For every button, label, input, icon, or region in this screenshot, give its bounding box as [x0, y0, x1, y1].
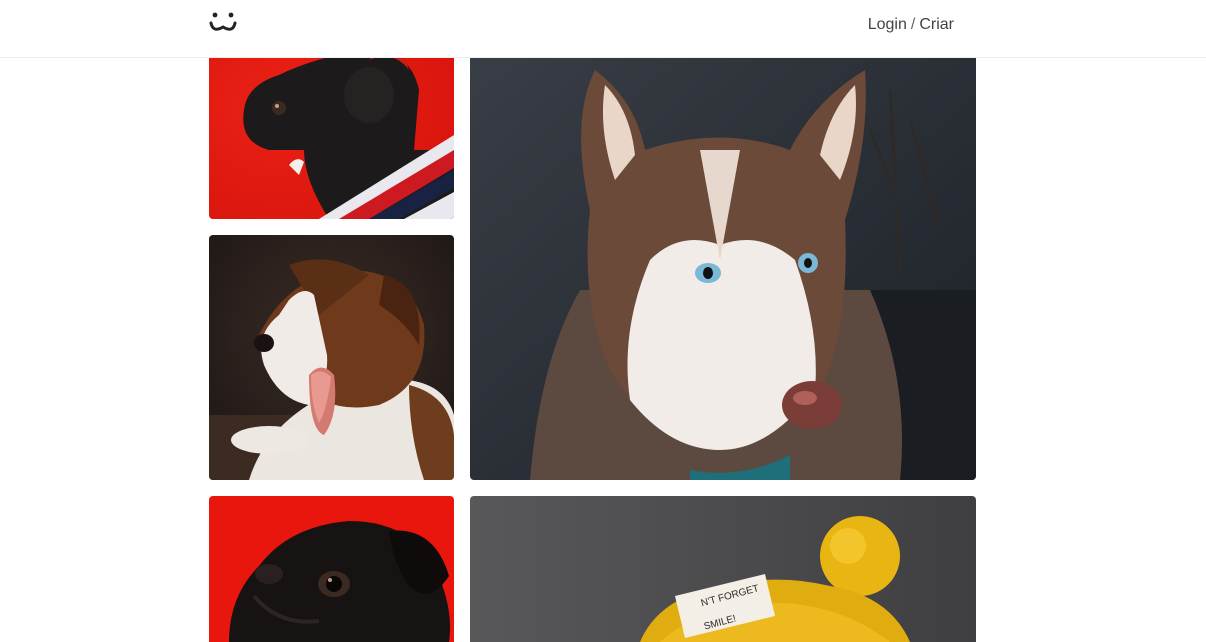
beanie-photo: N'T FORGET SMILE! [470, 496, 976, 642]
photo-card-puppy[interactable] [209, 235, 454, 480]
photo-card-husky[interactable] [470, 30, 976, 480]
pug-photo-2 [209, 496, 454, 642]
login-link[interactable]: Login [868, 16, 907, 33]
auth-links: Login / Criar [868, 15, 954, 35]
signup-link[interactable]: Criar [919, 16, 954, 33]
photo-card-pug-bottom[interactable] [209, 496, 454, 642]
husky-photo [470, 30, 976, 480]
paw-face-icon[interactable] [209, 11, 237, 35]
top-header: Login / Criar [0, 0, 1206, 58]
photo-card-pug-top[interactable] [209, 30, 454, 219]
auth-separator: / [910, 16, 916, 33]
pug-photo [209, 30, 454, 219]
photo-feed: N'T FORGET SMILE! [0, 0, 1206, 642]
puppy-photo [209, 235, 454, 480]
photo-card-yellow-beanie[interactable]: N'T FORGET SMILE! [470, 496, 976, 642]
